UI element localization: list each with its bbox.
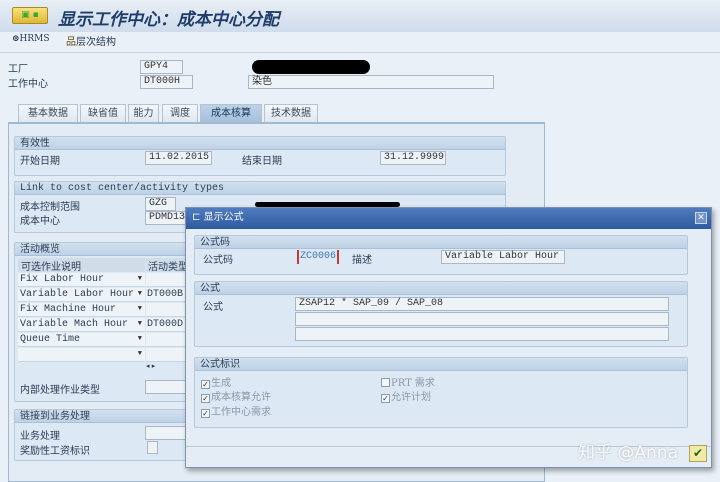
activity-desc: Queue Time xyxy=(20,334,81,345)
activity-row[interactable]: Variable Labor Hour ▼ xyxy=(18,288,145,302)
checkmark-icon: ✔ xyxy=(692,446,704,460)
formula-line-2[interactable] xyxy=(295,312,669,326)
horizontal-scroll-arrows[interactable]: ◂ ▸ xyxy=(146,362,155,370)
start-date-label: 开始日期 xyxy=(20,156,60,167)
business-process-title: 链接到业务处理 xyxy=(15,410,193,423)
work-center-desc-field[interactable]: 染色 xyxy=(248,75,494,89)
dropdown-arrow-icon[interactable]: ▼ xyxy=(138,303,142,316)
hierarchy-icon: 品 xyxy=(66,37,76,48)
dropdown-arrow-icon[interactable]: ▼ xyxy=(138,348,142,361)
controlling-area-label: 成本控制范围 xyxy=(20,202,80,213)
internal-activity-type-field[interactable] xyxy=(145,380,190,394)
flag-checkbox[interactable]: ✓ 生成 xyxy=(201,374,231,389)
business-process-field[interactable] xyxy=(145,426,190,440)
dialog-title: 显示公式 xyxy=(203,212,244,223)
tab-technical-data[interactable]: 技术数据 xyxy=(264,104,318,122)
validity-title: 有效性 xyxy=(15,137,505,150)
checkbox-icon xyxy=(381,378,390,387)
tab-scheduling[interactable]: 调度 xyxy=(162,104,198,122)
dropdown-arrow-icon[interactable]: ▼ xyxy=(138,333,142,346)
activity-desc: Variable Mach Hour xyxy=(20,319,129,330)
tab-defaults[interactable]: 缺省值 xyxy=(80,104,126,122)
flag-checkbox[interactable]: ✓ 工作中心需求 xyxy=(201,403,271,418)
incentive-wage-label: 奖励性工资标识 xyxy=(20,446,90,457)
confirm-button[interactable]: ✔ xyxy=(689,445,707,462)
dialog-icon: ⊏ xyxy=(192,212,201,223)
description-label: 描述 xyxy=(352,255,372,266)
plant-label: 工厂 xyxy=(8,64,28,75)
tab-basic-data[interactable]: 基本数据 xyxy=(18,104,78,122)
work-center-field[interactable]: DT000H xyxy=(140,75,193,89)
dropdown-arrow-icon[interactable]: ▼ xyxy=(138,318,142,331)
flag-checkbox[interactable]: PRT 需求 xyxy=(381,374,435,389)
link-icon: ⊚ xyxy=(12,34,20,44)
flag-checkbox[interactable]: ✓ 允许计划 xyxy=(381,388,431,403)
dropdown-arrow-icon[interactable]: ▼ xyxy=(138,273,142,286)
activity-row[interactable]: Variable Mach Hour ▼ xyxy=(18,318,145,332)
dialog-title-bar: ⊏ 显示公式 xyxy=(186,208,711,229)
business-process-label: 业务处理 xyxy=(20,431,60,442)
plant-field[interactable]: GPY4 xyxy=(140,60,183,74)
work-center-label: 工作中心 xyxy=(8,79,48,90)
activity-row[interactable]: Fix Machine Hour ▼ xyxy=(18,303,145,317)
activity-row[interactable]: ▼ xyxy=(18,348,145,362)
activity-row[interactable]: Fix Labor Hour ▼ xyxy=(18,273,145,287)
flag-checkbox[interactable]: ✓ 成本核算允许 xyxy=(201,388,271,403)
end-date-label: 结束日期 xyxy=(242,156,282,167)
formula-label: 公式 xyxy=(203,302,223,313)
activity-desc: Variable Labor Hour xyxy=(20,289,135,300)
checkbox-icon: ✓ xyxy=(201,409,210,418)
dropdown-arrow-icon[interactable]: ▼ xyxy=(138,288,142,301)
link-title: Link to cost center/activity types xyxy=(15,182,505,195)
formula-code-title: 公式码 xyxy=(195,236,687,249)
checkbox-icon: ✓ xyxy=(201,394,210,403)
activity-row[interactable]: Queue Time ▼ xyxy=(18,333,145,347)
hrms-button[interactable]: ⊚HRMS xyxy=(12,34,50,44)
activity-overview-title: 活动概览 xyxy=(15,243,193,256)
formula-line-3[interactable] xyxy=(295,327,669,341)
col-header-activity-desc: 可选作业说明 xyxy=(18,258,145,273)
watermark: 知乎 @Anna xyxy=(578,443,678,463)
system-menu-icon[interactable]: ▣ ▪ xyxy=(12,7,48,24)
formula-flags-title: 公式标识 xyxy=(195,358,687,371)
divider xyxy=(0,52,720,53)
description-field[interactable]: Variable Labor Hour xyxy=(441,250,565,264)
close-button[interactable]: ✕ xyxy=(695,212,707,224)
formula-code-label: 公式码 xyxy=(203,255,233,266)
start-date-field[interactable]: 11.02.2015 xyxy=(145,151,212,165)
activity-desc: Fix Labor Hour xyxy=(20,274,105,285)
formula-code-field[interactable]: ZC0006 xyxy=(297,250,339,264)
activity-desc: Fix Machine Hour xyxy=(20,304,117,315)
internal-activity-type-label: 内部处理作业类型 xyxy=(20,385,100,396)
hierarchy-button[interactable]: 品层次结构 xyxy=(66,33,116,48)
cost-center-label: 成本中心 xyxy=(20,216,60,227)
tab-capacity[interactable]: 能力 xyxy=(128,104,159,122)
end-date-field[interactable]: 31.12.9999 xyxy=(380,151,446,165)
page-title: 显示工作中心：成本中心分配 xyxy=(58,10,279,30)
redacted-plant-name xyxy=(252,60,370,74)
checkbox-icon: ✓ xyxy=(381,394,390,403)
formula-title: 公式 xyxy=(195,282,687,295)
formula-line-1[interactable]: ZSAP12 * SAP_09 / SAP_08 xyxy=(295,297,669,311)
tab-costing[interactable]: 成本核算 xyxy=(200,104,262,122)
incentive-wage-checkbox[interactable] xyxy=(147,441,158,454)
controlling-area-field[interactable]: GZG xyxy=(145,197,176,211)
